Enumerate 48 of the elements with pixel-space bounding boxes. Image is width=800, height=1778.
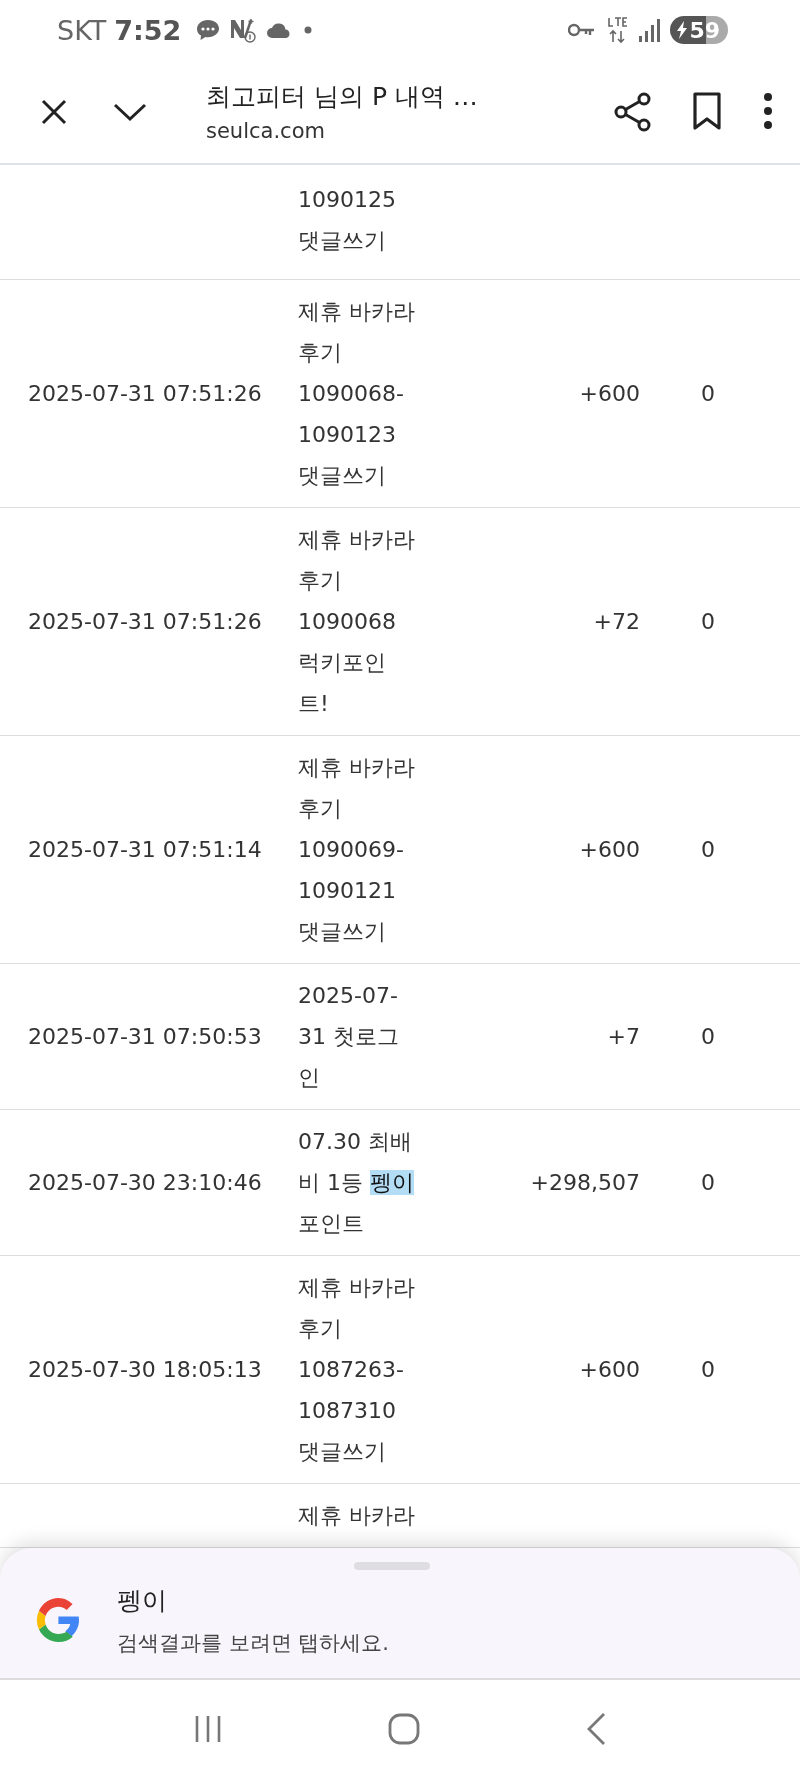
balance-cell: 0 [701, 381, 715, 406]
bolt-icon [676, 21, 689, 39]
description-cell-text: 1090125 댓글쓰기 [298, 186, 396, 255]
amount-cell: +298,507 [530, 1170, 640, 1195]
battery-level: 59 [689, 17, 720, 43]
share-icon[interactable] [614, 91, 652, 132]
key-icon [568, 22, 597, 38]
amount-cell: +600 [579, 1357, 640, 1382]
description-cell-text: 07.30 최배 비 1등 펭이 포인트 [298, 1128, 414, 1238]
home-icon[interactable] [388, 1713, 420, 1745]
description-cell-text: 2025-07- 31 첫로그 인 [298, 982, 399, 1092]
date-cell: 2025-07-30 18:05:13 [28, 1357, 262, 1382]
date-cell: 2025-07-31 07:50:53 [28, 1024, 262, 1049]
page-title: 최고피터 님의 P 내역 … [206, 81, 478, 113]
close-icon[interactable] [41, 98, 67, 125]
amount-cell: +600 [579, 381, 640, 406]
description-cell-text: 제휴 바카라 [298, 1502, 415, 1530]
google-g-icon [36, 1598, 80, 1642]
lte-icon [606, 16, 629, 44]
balance-cell: 0 [701, 1357, 715, 1382]
more-options-icon[interactable] [762, 91, 774, 130]
carrier: SKT [57, 14, 107, 46]
amount-cell: +600 [579, 837, 640, 862]
date-cell: 2025-07-30 23:10:46 [28, 1170, 262, 1195]
chevron-down-icon[interactable] [113, 101, 147, 122]
description-cell-text: 제휴 바카라 후기 1090069- 1090121 댓글쓰기 [298, 754, 415, 946]
back-icon[interactable] [585, 1712, 608, 1746]
search-query: 펭이 [117, 1584, 168, 1617]
bookmark-icon[interactable] [692, 91, 722, 130]
date-cell: 2025-07-31 07:51:14 [28, 837, 262, 862]
balance-cell: 0 [701, 837, 715, 862]
amount-cell: +72 [593, 609, 640, 634]
date-cell: 2025-07-31 07:51:26 [28, 381, 262, 406]
search-hint: 검색결과를 보려면 탭하세요. [117, 1629, 390, 1657]
description-cell-text: 제휴 바카라 후기 1090068- 1090123 댓글쓰기 [298, 298, 415, 490]
app-notification-icon [229, 16, 258, 44]
drag-handle[interactable] [354, 1562, 430, 1570]
date-cell: 2025-07-31 07:51:26 [28, 609, 262, 634]
balance-cell: 0 [701, 1170, 715, 1195]
balance-cell: 0 [701, 1024, 715, 1049]
signal-icon [638, 18, 661, 42]
search-suggestion-sheet[interactable]: 펭이 검색결과를 보려면 탭하세요. [0, 1548, 800, 1680]
description-cell-text: 제휴 바카라 후기 1087263- 1087310 댓글쓰기 [298, 1274, 415, 1466]
description-cell-text: 제휴 바카라 후기 1090068 럭키포인 트! [298, 526, 415, 718]
clock: 7:52 [114, 14, 182, 46]
amount-cell: +7 [607, 1024, 640, 1049]
balance-cell: 0 [701, 609, 715, 634]
page-url: seulca.com [206, 119, 326, 143]
